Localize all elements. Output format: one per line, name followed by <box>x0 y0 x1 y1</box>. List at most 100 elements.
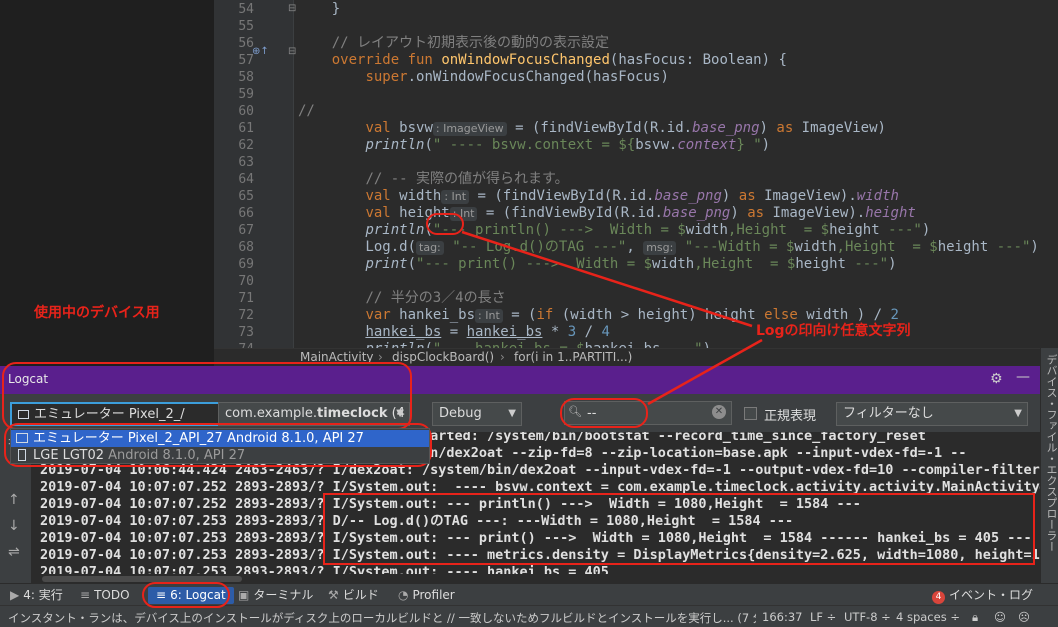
device-option[interactable]: LGE LGT02 Android 8.1.0, API 27 <box>11 447 429 464</box>
device-dropdown-list[interactable]: エミュレーター Pixel_2_API_27 Android 8.1.0, AP… <box>10 428 430 464</box>
file-encoding[interactable]: UTF-8 ÷ <box>844 610 891 624</box>
annotation-logcat-header-box <box>2 362 412 430</box>
line-number[interactable]: 59 <box>214 86 254 103</box>
feedback-icon[interactable]: ☹ <box>1018 610 1030 624</box>
code-line[interactable]: // 半分の3／4の長さ <box>298 290 505 307</box>
status-bar: インスタント・ランは、デバイス上のインストールがディスク上のローカルビルドと /… <box>0 605 1058 627</box>
todo-label: TODO <box>94 588 130 602</box>
line-separator[interactable]: LF ÷ <box>810 610 836 624</box>
indent-setting[interactable]: 4 spaces ÷ <box>896 610 960 624</box>
line-number[interactable]: 64 <box>214 171 254 188</box>
line-number[interactable]: 73 <box>214 324 254 341</box>
code-line[interactable]: override fun onWindowFocusChanged(hasFoc… <box>298 52 787 69</box>
log-level-select[interactable]: Debug ▼ <box>432 402 522 426</box>
emulator-icon <box>16 433 28 443</box>
close-icon[interactable]: ✕ <box>712 405 726 419</box>
code-line[interactable]: // レイアウト初期表示後の動的の表示設定 <box>298 35 609 52</box>
run-label: 4: 実行 <box>23 588 63 602</box>
code-line[interactable]: // -- 実際の値が得られます。 <box>298 171 568 188</box>
phone-icon <box>18 449 26 461</box>
code-line[interactable]: val bsvw: ImageView = (findViewById(R.id… <box>298 120 886 137</box>
breadcrumb-item[interactable]: dispClockBoard() <box>392 350 494 364</box>
lock-icon[interactable]: 🔒︎ <box>972 610 978 625</box>
code-editor[interactable]: 54 55 56 57 58 59 60 61 62 63 64 65 66 67 68 69 70 71 72 73… <box>214 0 1058 348</box>
annotation-search-box <box>560 398 648 428</box>
line-number[interactable]: 56 <box>214 35 254 52</box>
code-line[interactable]: println("--- hankei_bs = $hankei_bs ---"… <box>298 341 711 348</box>
profiler-icon: ◔ <box>398 588 409 602</box>
build-tool-button[interactable]: ⚒ ビルド <box>328 587 379 604</box>
device-option-sub: Android 8.1.0, API 27 <box>104 448 246 463</box>
regex-label: 正規表現 <box>764 409 817 424</box>
line-number[interactable]: 74 <box>214 341 254 348</box>
annotation-log-label: Logの印向け任意文字列 <box>756 323 911 339</box>
profiler-tool-button[interactable]: ◔ Profiler <box>398 587 455 604</box>
line-number[interactable]: 66 <box>214 205 254 222</box>
gear-icon[interactable]: ⚙ <box>990 371 1003 387</box>
right-tool-strip: デバイス・ファイル・エクスプローラー <box>1040 348 1058 583</box>
todo-tool-button[interactable]: ≡ TODO <box>80 587 130 604</box>
profiler-label: Profiler <box>412 588 455 602</box>
device-option[interactable]: エミュレーター Pixel_2_API_27 Android 8.1.0, AP… <box>11 430 429 447</box>
annotation-log-lines-box <box>323 493 1035 565</box>
list-icon: ≡ <box>80 588 91 602</box>
annotation-logcat-tab-box <box>142 582 230 608</box>
regex-checkbox[interactable] <box>744 407 757 420</box>
hammer-icon: ⚒ <box>328 588 339 602</box>
override-gutter-icon[interactable]: ⊕↑ <box>252 43 269 60</box>
line-number[interactable]: 71 <box>214 290 254 307</box>
terminal-label: ターミナル <box>253 588 314 602</box>
sync-icon[interactable]: ☺ <box>994 610 1006 624</box>
code-line[interactable]: super.onWindowFocusChanged(hasFocus) <box>298 69 668 86</box>
code-line[interactable]: hankei_bs = hankei_bs * 3 / 4 <box>298 324 609 341</box>
breadcrumb-item[interactable]: for(i in 1..PARTITI...) <box>514 350 632 364</box>
code-line[interactable]: val height: Int = (findViewById(R.id.bas… <box>298 205 916 222</box>
code-line[interactable]: println(" ---- bsvw.context = ${bsvw.con… <box>298 137 770 154</box>
line-number[interactable]: 62 <box>214 137 254 154</box>
log-line[interactable]: 2019-07-04 10:07:07.253 2893-2893/? I/Sy… <box>40 564 609 574</box>
line-number[interactable]: 60 <box>214 103 254 120</box>
line-number[interactable]: 68 <box>214 239 254 256</box>
fold-icon[interactable]: ⊟ <box>288 43 296 60</box>
line-number[interactable]: 61 <box>214 120 254 137</box>
log-level-value: Debug <box>439 406 482 421</box>
event-log-label: イベント・ログ <box>949 588 1034 602</box>
code-line[interactable]: println("--- println() ---> Width = $wid… <box>298 222 930 239</box>
line-number[interactable]: 70 <box>214 273 254 290</box>
run-tool-button[interactable]: ▶ 4: 実行 <box>10 587 63 604</box>
line-number[interactable]: 54 <box>214 1 254 18</box>
annotation-code-box <box>426 213 464 235</box>
scroll-up-icon[interactable]: ↑ <box>8 492 20 508</box>
device-file-explorer-tab[interactable]: デバイス・ファイル・エクスプローラー <box>1043 354 1058 552</box>
code-line[interactable]: val width: Int = (findViewById(R.id.base… <box>298 188 899 205</box>
filter-select[interactable]: フィルターなし ▼ <box>836 402 1028 426</box>
event-log-button[interactable]: 4 イベント・ログ <box>932 587 1033 604</box>
code-line[interactable]: } <box>298 1 340 18</box>
line-number[interactable]: 57 <box>214 52 254 69</box>
filter-value: フィルターなし <box>843 406 934 421</box>
code-line[interactable]: print("--- print() ---> Width = $width,H… <box>298 256 896 273</box>
fold-icon[interactable]: ⊟ <box>288 0 296 17</box>
code-line[interactable]: Log.d(tag: "-- Log.d()のTAG ---", msg: "-… <box>298 239 1039 256</box>
line-number[interactable]: 67 <box>214 222 254 239</box>
play-icon: ▶ <box>10 588 20 602</box>
cursor-position[interactable]: 166:37 <box>762 610 802 624</box>
status-message[interactable]: インスタント・ランは、デバイス上のインストールがディスク上のローカルビルドと /… <box>8 610 756 626</box>
minimize-icon[interactable]: — <box>1016 369 1030 385</box>
line-number[interactable]: 55 <box>214 18 254 35</box>
chevron-down-icon: ▼ <box>1014 408 1022 419</box>
line-number[interactable]: 72 <box>214 307 254 324</box>
chevron-down-icon: ▼ <box>508 408 516 419</box>
breadcrumb-separator: › <box>500 350 505 364</box>
scroll-down-icon[interactable]: ↓ <box>8 518 20 534</box>
line-number[interactable]: 63 <box>214 154 254 171</box>
annotation-device-label: 使用中のデバイス用 <box>34 305 160 321</box>
line-number[interactable]: 58 <box>214 69 254 86</box>
device-option-label: LGE LGT02 <box>33 448 104 463</box>
code-line[interactable]: // <box>298 103 315 120</box>
line-number[interactable]: 69 <box>214 256 254 273</box>
terminal-tool-button[interactable]: ▣ ターミナル <box>238 587 313 604</box>
build-label: ビルド <box>342 588 379 602</box>
line-number[interactable]: 65 <box>214 188 254 205</box>
wrap-lines-icon[interactable]: ⇌ <box>8 544 20 560</box>
